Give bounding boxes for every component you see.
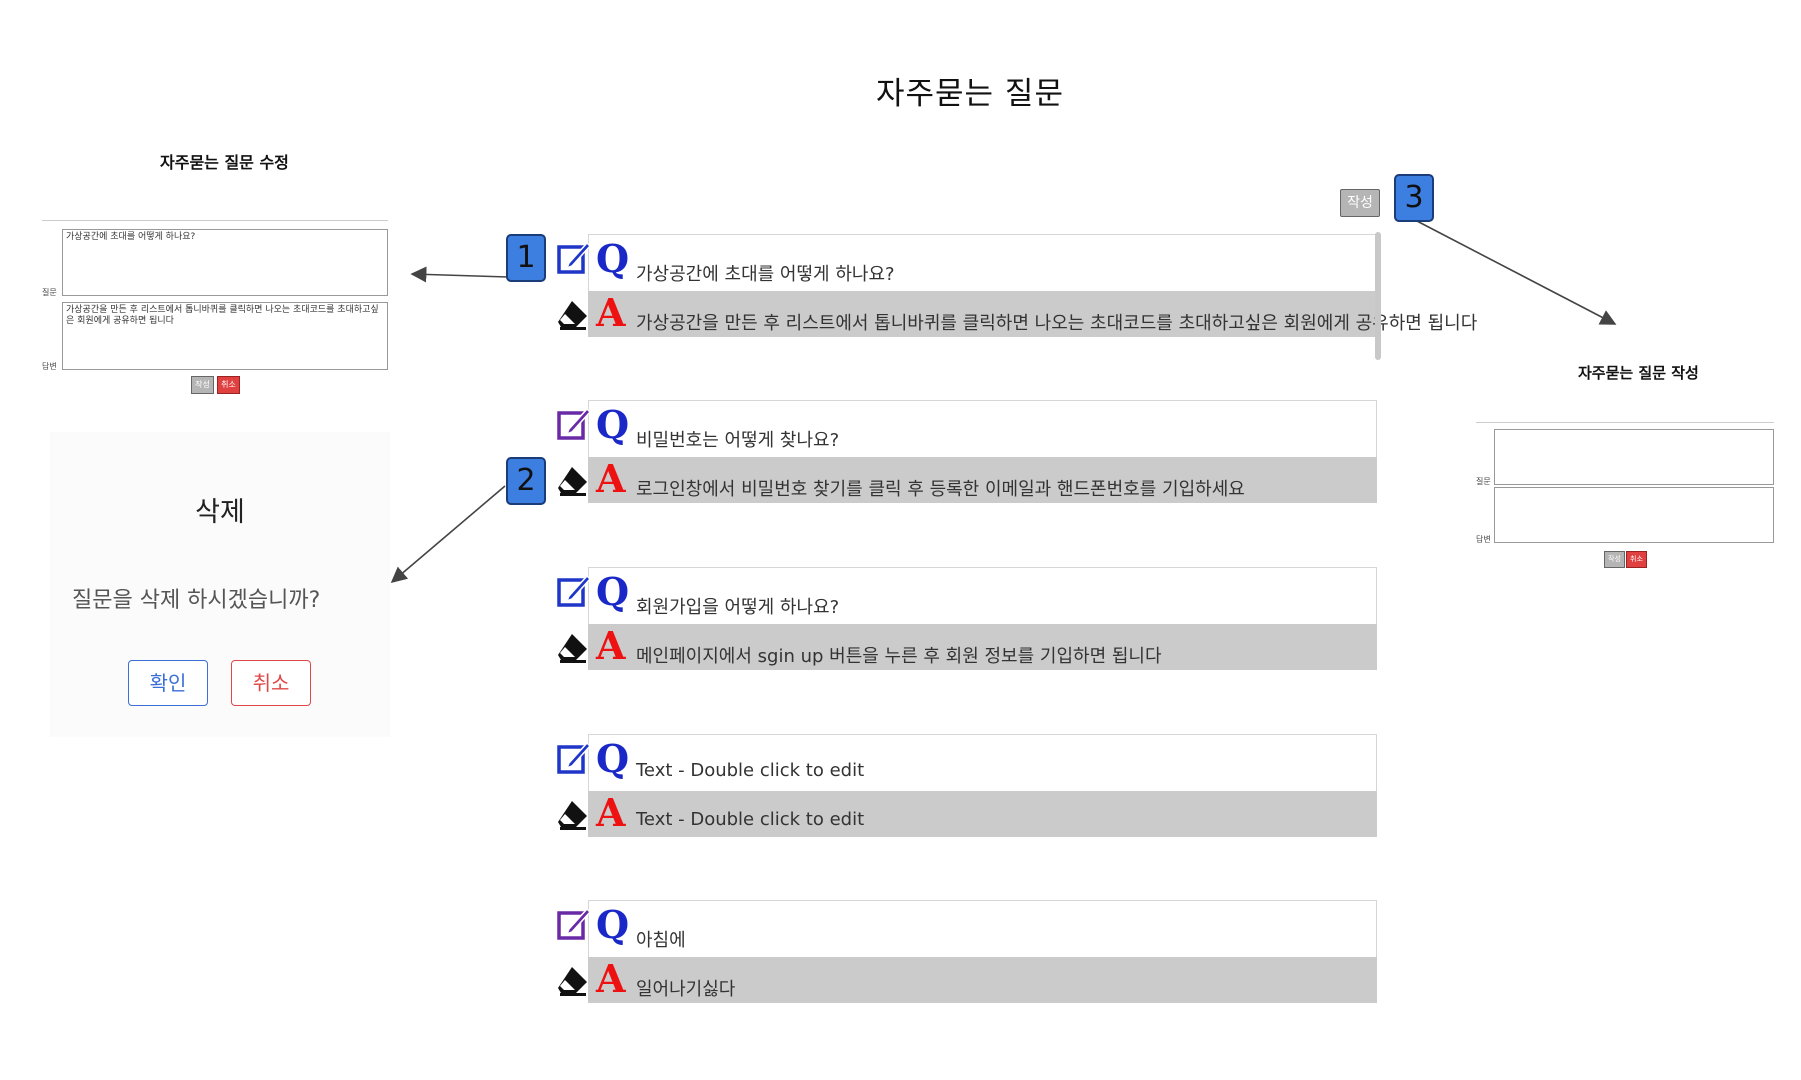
scrollbar[interactable] [1375, 232, 1381, 360]
edit-cancel-button[interactable]: 취소 [217, 376, 240, 394]
edit-icon[interactable] [556, 904, 590, 942]
callout-badge-2: 2 [506, 457, 546, 505]
question-text[interactable]: 회원가입을 어떻게 하나요? [636, 593, 839, 619]
eraser-icon[interactable] [556, 631, 590, 665]
eraser-icon[interactable] [556, 464, 590, 498]
question-mark-q: Q [596, 736, 630, 781]
answer-text[interactable]: Text - Double click to edit [636, 809, 864, 830]
edit-submit-button[interactable]: 작성 [191, 376, 214, 394]
edit-panel-title: 자주묻는 질문 수정 [160, 153, 289, 172]
question-text[interactable]: 비밀번호는 어떻게 찾나요? [636, 426, 839, 452]
faq-item: Q A 가상공간에 초대를 어떻게 하나요? 가상공간을 만든 후 리스트에서 … [556, 234, 1477, 342]
delete-dialog-message: 질문을 삭제 하시겠습니까? [72, 588, 321, 613]
edit-panel-divider [42, 220, 388, 221]
page-title: 자주묻는 질문 [876, 76, 1064, 112]
create-panel-divider [1476, 422, 1774, 423]
delete-dialog-title: 삭제 [195, 497, 245, 528]
question-text[interactable]: Text - Double click to edit [636, 760, 864, 781]
confirm-button[interactable]: 확인 [128, 660, 208, 706]
faq-item: Q A 비밀번호는 어떻게 찾나요? 로그인창에서 비밀번호 찾기를 클릭 후 … [556, 400, 1377, 508]
answer-mark-a: A [596, 456, 626, 501]
faq-item: Q A Text - Double click to edit Text - D… [556, 734, 1377, 842]
edit-answer-field[interactable]: 가상공간을 만든 후 리스트에서 톱니바퀴를 클릭하면 나오는 초대코드를 초대… [62, 302, 388, 370]
answer-mark-a: A [596, 790, 626, 835]
question-text[interactable]: 가상공간에 초대를 어떻게 하나요? [636, 260, 895, 286]
edit-icon[interactable] [556, 404, 590, 442]
question-mark-q: Q [596, 569, 630, 614]
write-button[interactable]: 작성 [1340, 189, 1380, 217]
answer-mark-a: A [596, 623, 626, 668]
create-panel-title: 자주묻는 질문 작성 [1578, 364, 1699, 382]
answer-text[interactable]: 로그인창에서 비밀번호 찾기를 클릭 후 등록한 이메일과 핸드폰번호를 기입하… [636, 475, 1245, 501]
faq-item: Q A 아침에 일어나기싫다 [556, 900, 1377, 1008]
question-mark-q: Q [596, 902, 630, 947]
edit-answer-label: 답변 [42, 362, 57, 371]
create-question-field[interactable] [1494, 429, 1774, 485]
answer-text[interactable]: 가상공간을 만든 후 리스트에서 톱니바퀴를 클릭하면 나오는 초대코드를 초대… [636, 309, 1477, 335]
eraser-icon[interactable] [556, 964, 590, 998]
answer-text[interactable]: 일어나기싫다 [636, 975, 735, 1001]
question-mark-q: Q [596, 236, 630, 281]
create-question-label: 질문 [1476, 477, 1491, 486]
answer-mark-a: A [596, 290, 626, 335]
question-text[interactable]: 아침에 [636, 926, 686, 952]
create-answer-label: 답변 [1476, 535, 1491, 544]
create-cancel-button[interactable]: 취소 [1626, 551, 1647, 568]
delete-dialog: 삭제 질문을 삭제 하시겠습니까? 확인 취소 [50, 432, 390, 737]
edit-question-field[interactable]: 가상공간에 초대를 어떻게 하나요? [62, 229, 388, 296]
edit-question-label: 질문 [42, 288, 57, 297]
cancel-button[interactable]: 취소 [231, 660, 311, 706]
create-answer-field[interactable] [1494, 487, 1774, 543]
edit-icon[interactable] [556, 738, 590, 776]
edit-icon[interactable] [556, 238, 590, 276]
edit-icon[interactable] [556, 571, 590, 609]
callout-badge-1: 1 [506, 234, 546, 282]
faq-item: Q A 회원가입을 어떻게 하나요? 메인페이지에서 sgin up 버튼을 누… [556, 567, 1377, 675]
question-mark-q: Q [596, 402, 630, 447]
arrow-2 [390, 485, 506, 584]
eraser-icon[interactable] [556, 298, 590, 332]
question-row [588, 900, 1377, 957]
answer-text[interactable]: 메인페이지에서 sgin up 버튼을 누른 후 회원 정보를 기입하면 됩니다 [636, 642, 1162, 668]
answer-mark-a: A [596, 956, 626, 1001]
arrow-1 [410, 266, 509, 283]
callout-badge-3: 3 [1394, 174, 1434, 222]
create-submit-button[interactable]: 작성 [1604, 551, 1625, 568]
eraser-icon[interactable] [556, 798, 590, 832]
